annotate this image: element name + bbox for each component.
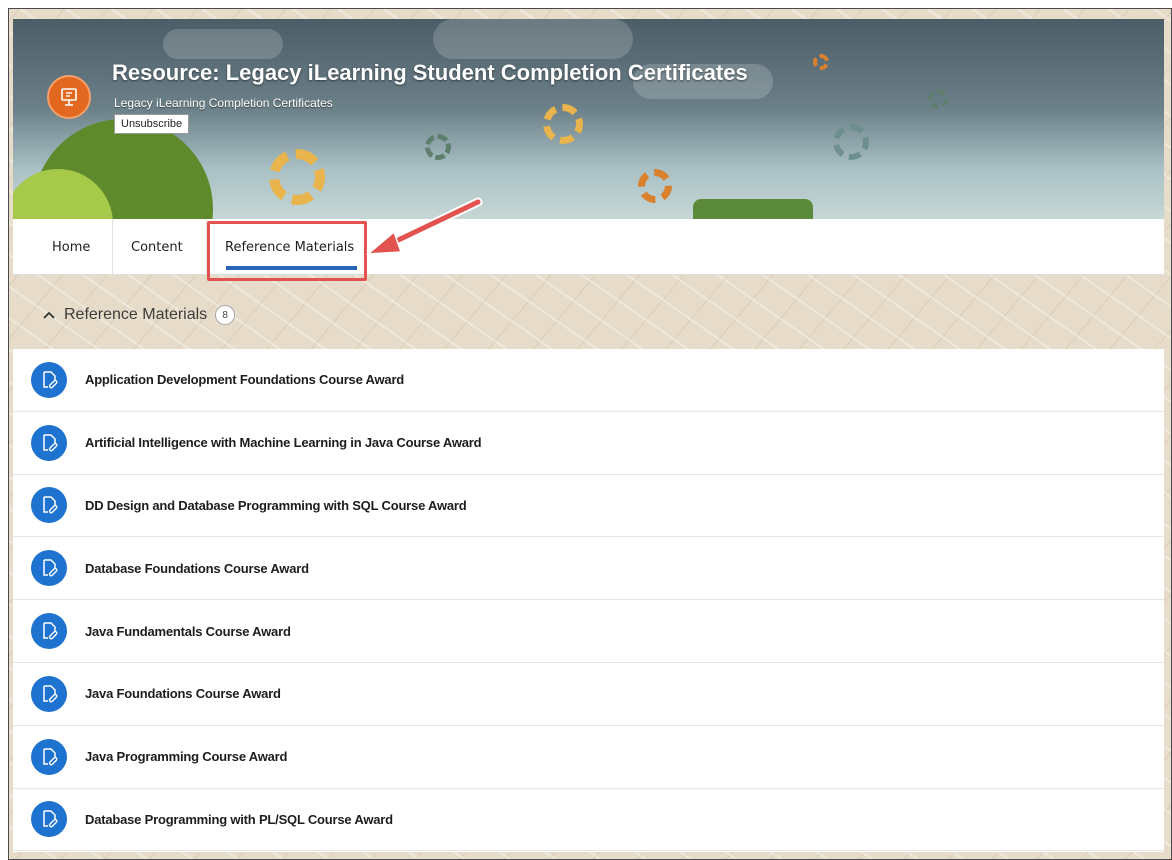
tab-separator (112, 219, 113, 275)
page-subtitle: Legacy iLearning Completion Certificates (114, 96, 333, 110)
chevron-up-icon[interactable] (42, 308, 56, 322)
ground-illustration (693, 199, 813, 219)
list-item[interactable]: Java Foundations Course Award (13, 663, 1164, 726)
unsubscribe-button[interactable]: Unsubscribe (114, 114, 190, 134)
tab-content[interactable]: Content (131, 219, 183, 275)
tab-bar: Home Content Reference Materials (13, 219, 1164, 275)
gear-icon (269, 149, 325, 205)
linked-document-icon (31, 487, 67, 524)
section-label: Reference Materials (64, 306, 208, 323)
list-item[interactable]: Database Programming with PL/SQL Course … (13, 789, 1164, 852)
list-item-title[interactable]: DD Design and Database Programming with … (85, 498, 467, 513)
gear-icon (425, 134, 451, 160)
list-item[interactable]: Artificial Intelligence with Machine Lea… (13, 412, 1164, 475)
linked-document-icon (31, 675, 67, 712)
banner-cloud (163, 29, 283, 59)
list-item[interactable]: Java Fundamentals Course Award (13, 600, 1164, 663)
linked-document-icon (31, 801, 67, 838)
reference-materials-section-header[interactable]: Reference Materials 8 (42, 305, 236, 325)
list-item[interactable]: DD Design and Database Programming with … (13, 475, 1164, 538)
presentation-board-icon-glyph (61, 88, 77, 106)
list-item-title[interactable]: Artificial Intelligence with Machine Lea… (85, 435, 482, 450)
list-item-title[interactable]: Database Foundations Course Award (85, 561, 309, 576)
list-item-title[interactable]: Java Foundations Course Award (85, 686, 281, 701)
gear-icon (813, 54, 829, 70)
list-item-title[interactable]: Java Fundamentals Course Award (85, 624, 291, 639)
gear-icon (833, 124, 869, 160)
linked-document-icon (31, 550, 67, 587)
linked-document-icon (31, 361, 67, 398)
list-item[interactable]: Java Programming Course Award (13, 726, 1164, 789)
gear-icon (928, 89, 948, 109)
linked-document-icon (31, 424, 67, 461)
page-title: Resource: Legacy iLearning Student Compl… (112, 60, 748, 85)
tab-home[interactable]: Home (52, 219, 90, 275)
linked-document-icon (31, 738, 67, 775)
list-item-title[interactable]: Java Programming Course Award (85, 749, 287, 764)
presentation-board-icon (47, 75, 91, 119)
list-item-title[interactable]: Database Programming with PL/SQL Course … (85, 812, 393, 827)
gear-icon (543, 104, 583, 144)
gear-icon (638, 169, 672, 203)
banner-cloud (433, 19, 633, 59)
callout-highlight-box (207, 221, 367, 281)
list-item-title[interactable]: Application Development Foundations Cour… (85, 372, 404, 387)
list-item[interactable]: Application Development Foundations Cour… (13, 349, 1164, 412)
count-badge: 8 (215, 305, 236, 325)
reference-materials-list: Application Development Foundations Cour… (13, 349, 1164, 852)
list-item[interactable]: Database Foundations Course Award (13, 537, 1164, 601)
linked-document-icon (31, 613, 67, 650)
